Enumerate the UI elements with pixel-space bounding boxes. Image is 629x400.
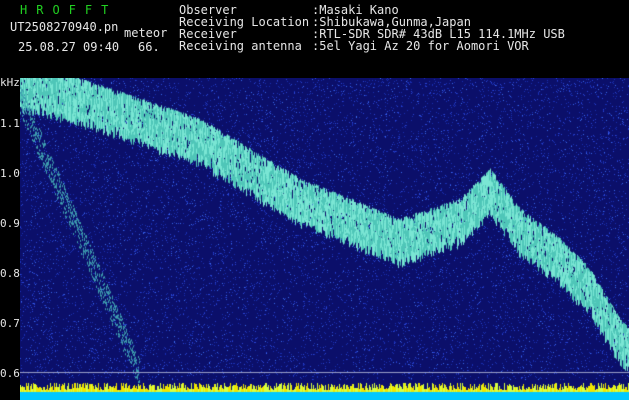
app-title: HROFFT <box>20 3 118 17</box>
spectrogram-waterfall <box>20 78 629 400</box>
header: HROFFT UT2508270940.pn meteor 25.08.27 0… <box>0 0 629 76</box>
y-tick-label: 0.6 <box>0 367 20 380</box>
frequency-unit-label: kHz <box>0 76 20 89</box>
date-time: 25.08.27 09:40 <box>18 40 120 54</box>
y-tick-label: 1.1 <box>0 117 20 130</box>
antenna-value: :5el Yagi Az 20 for Aomori VOR <box>312 39 529 53</box>
y-tick-label: 0.9 <box>0 217 20 230</box>
event-tag: meteor <box>124 26 168 40</box>
y-tick-label: 0.7 <box>0 317 20 330</box>
count-value: 66. <box>138 40 160 54</box>
antenna-label: Receiving antenna <box>179 39 302 53</box>
y-tick-label: 1.0 <box>0 167 20 180</box>
file-name: UT2508270940.pn <box>10 20 119 34</box>
y-tick-label: 0.8 <box>0 267 20 280</box>
